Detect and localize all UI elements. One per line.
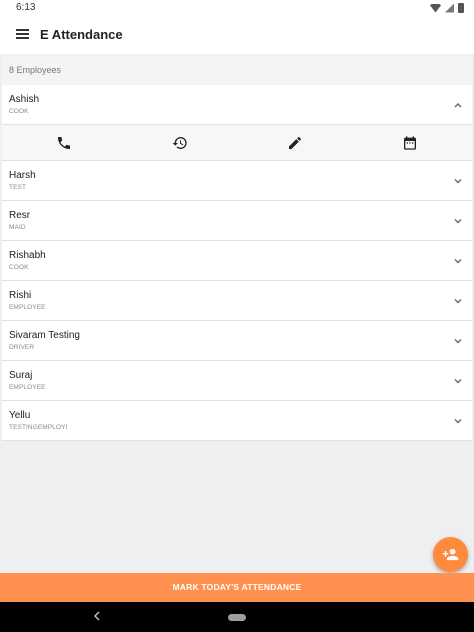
battery-icon bbox=[458, 3, 464, 13]
employee-role: DRIVER bbox=[9, 344, 35, 351]
chevron-down-icon[interactable] bbox=[452, 255, 464, 267]
employee-name: Yellu bbox=[9, 410, 31, 421]
status-icons bbox=[430, 3, 464, 13]
employee-role: TESTINGEMPLOYI bbox=[9, 424, 68, 431]
employee-name: Ashish bbox=[9, 94, 40, 105]
list-item-employee[interactable]: Ashish COOK bbox=[2, 85, 472, 125]
phone-icon[interactable] bbox=[56, 135, 72, 151]
employee-list: 8 Employees Ashish COOK Harsh TEST Resr … bbox=[2, 56, 472, 441]
chevron-down-icon[interactable] bbox=[452, 335, 464, 347]
app-title: E Attendance bbox=[40, 27, 123, 42]
employee-name: Harsh bbox=[9, 170, 36, 181]
employee-role: EMPLOYEE bbox=[9, 304, 46, 311]
system-nav-bar bbox=[0, 602, 474, 632]
history-icon[interactable] bbox=[172, 135, 188, 151]
add-employee-button[interactable] bbox=[433, 537, 468, 572]
chevron-down-icon[interactable] bbox=[452, 415, 464, 427]
chevron-up-icon[interactable] bbox=[452, 99, 464, 111]
mark-attendance-button[interactable]: MARK TODAY'S ATTENDANCE bbox=[0, 573, 474, 602]
employee-name: Suraj bbox=[9, 370, 33, 381]
status-time: 6:13 bbox=[16, 2, 36, 13]
employee-name: Rishabh bbox=[9, 250, 46, 261]
list-item-employee[interactable]: Suraj EMPLOYEE bbox=[2, 361, 472, 401]
list-item-employee[interactable]: Sivaram Testing DRIVER bbox=[2, 321, 472, 361]
employee-role: COOK bbox=[9, 108, 29, 115]
employee-name: Rishi bbox=[9, 290, 32, 301]
list-item-employee[interactable]: Rishi EMPLOYEE bbox=[2, 281, 472, 321]
home-pill-icon[interactable] bbox=[228, 614, 246, 621]
employee-role: EMPLOYEE bbox=[9, 384, 46, 391]
list-item-employee[interactable]: Yellu TESTINGEMPLOYI bbox=[2, 401, 472, 441]
employee-name: Sivaram Testing bbox=[9, 330, 80, 341]
list-item-employee[interactable]: Harsh TEST bbox=[2, 161, 472, 201]
employee-actions bbox=[2, 125, 472, 161]
chevron-down-icon[interactable] bbox=[452, 295, 464, 307]
menu-icon[interactable] bbox=[16, 29, 29, 39]
employee-count: 8 Employees bbox=[2, 56, 472, 85]
back-icon[interactable] bbox=[92, 610, 102, 622]
employee-role: TEST bbox=[9, 184, 27, 191]
chevron-down-icon[interactable] bbox=[452, 175, 464, 187]
calendar-icon[interactable] bbox=[402, 135, 418, 151]
chevron-down-icon[interactable] bbox=[452, 375, 464, 387]
chevron-down-icon[interactable] bbox=[452, 215, 464, 227]
signal-icon bbox=[445, 3, 454, 13]
list-item-employee[interactable]: Resr MAID bbox=[2, 201, 472, 241]
list-item-employee[interactable]: Rishabh COOK bbox=[2, 241, 472, 281]
status-bar: 6:13 bbox=[0, 0, 474, 16]
employee-name: Resr bbox=[9, 210, 31, 221]
edit-icon[interactable] bbox=[287, 135, 303, 151]
wifi-icon bbox=[430, 3, 441, 13]
employee-role: COOK bbox=[9, 264, 29, 271]
app-bar: E Attendance bbox=[0, 16, 474, 54]
add-person-icon bbox=[442, 548, 459, 561]
employee-role: MAID bbox=[9, 224, 26, 231]
